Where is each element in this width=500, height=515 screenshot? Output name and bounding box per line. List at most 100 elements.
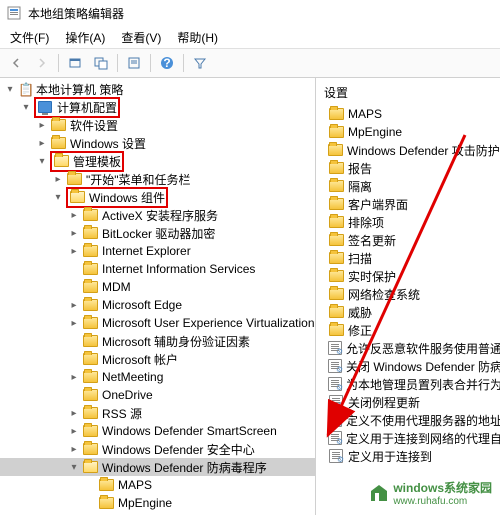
expand-icon[interactable]: ▸	[34, 120, 50, 131]
tree-item[interactable]: ▾ Windows Defender 防病毒程序	[0, 458, 315, 476]
tree-item[interactable]: ▸Microsoft User Experience Virtualizatio…	[0, 314, 315, 332]
toolbar-button-2[interactable]	[89, 51, 113, 75]
menu-file[interactable]: 文件(F)	[2, 27, 57, 48]
expand-icon[interactable]: ▸	[66, 210, 82, 221]
list-item[interactable]: 定义不使用代理服务器的地址	[316, 411, 500, 429]
list-item[interactable]: 报告	[316, 159, 500, 177]
menu-help[interactable]: 帮助(H)	[169, 27, 226, 48]
list-item[interactable]: 定义用于连接到	[316, 447, 500, 465]
list-item[interactable]: 定义用于连接到网络的代理自动配	[316, 429, 500, 447]
list-item[interactable]: 客户端界面	[316, 195, 500, 213]
tree-item[interactable]: ▸ActiveX 安装程序服务	[0, 206, 315, 224]
list-item[interactable]: MpEngine	[316, 123, 500, 141]
expand-icon[interactable]: ▸	[50, 174, 66, 185]
item-label: 实时保护	[348, 268, 396, 285]
policy-icon	[328, 359, 342, 373]
list-item[interactable]: MAPS	[316, 105, 500, 123]
nav-back-button[interactable]	[4, 51, 28, 75]
folder-icon	[69, 190, 85, 204]
tree-label: MpEngine	[118, 496, 172, 510]
titlebar: 本地组策略编辑器	[0, 0, 500, 26]
toolbar-button-3[interactable]	[122, 51, 146, 75]
folder-icon	[53, 154, 69, 168]
tree-root[interactable]: ▾ 本地计算机 策略	[0, 80, 315, 98]
tree-item[interactable]: ▸ Microsoft Edge	[0, 296, 315, 314]
tree-windows-settings[interactable]: ▸ Windows 设置	[0, 134, 315, 152]
folder-icon	[328, 269, 344, 283]
tree-item[interactable]: ▸RSS 源	[0, 404, 315, 422]
tree-label: Microsoft Edge	[102, 298, 182, 312]
list-item[interactable]: 威胁	[316, 303, 500, 321]
tree-item[interactable]: Microsoft 帐户	[0, 350, 315, 368]
expand-icon[interactable]: ▸	[66, 318, 82, 329]
folder-icon	[82, 298, 98, 312]
folder-icon	[328, 287, 344, 301]
tree-admin-templates[interactable]: ▾ 管理模板	[0, 152, 315, 170]
collapse-icon[interactable]: ▾	[50, 192, 66, 203]
list-item[interactable]: 实时保护	[316, 267, 500, 285]
expand-icon[interactable]: ▸	[66, 408, 82, 419]
policy-icon	[328, 395, 344, 409]
collapse-icon[interactable]: ▾	[18, 102, 34, 113]
list-item[interactable]: 排除项	[316, 213, 500, 231]
help-button[interactable]: ?	[155, 51, 179, 75]
tree-windows-components[interactable]: ▾ Windows 组件	[0, 188, 315, 206]
tree-pane[interactable]: ▾ 本地计算机 策略 ▾ 计算机配置 ▸ 软件设置 ▸ Windows 设置 ▾	[0, 78, 316, 515]
folder-icon	[328, 197, 344, 211]
collapse-icon[interactable]: ▾	[34, 156, 50, 167]
expand-icon[interactable]: ▾	[66, 462, 82, 473]
tree-item[interactable]: Internet Information Services	[0, 260, 315, 278]
folder-icon	[82, 424, 98, 438]
tree-item[interactable]: Microsoft 辅助身份验证因素	[0, 332, 315, 350]
tree-computer-config[interactable]: ▾ 计算机配置	[0, 98, 315, 116]
expand-icon[interactable]: ▸	[66, 426, 82, 437]
tree-label: OneDrive	[102, 388, 153, 402]
item-label: 排除项	[348, 214, 384, 231]
toolbar: ?	[0, 48, 500, 78]
tree-item[interactable]: ▸Windows Defender SmartScreen	[0, 422, 315, 440]
folder-icon	[328, 107, 344, 121]
tree-item[interactable]: ▸BitLocker 驱动器加密	[0, 224, 315, 242]
folder-icon	[98, 478, 114, 492]
tree-label: Windows Defender 防病毒程序	[102, 459, 267, 476]
list-item[interactable]: 允许反恶意软件服务使用普通优先	[316, 339, 500, 357]
watermark-url: www.ruhafu.com	[393, 496, 492, 507]
tree-label: "开始"菜单和任务栏	[86, 171, 191, 188]
expand-icon[interactable]: ▸	[66, 228, 82, 239]
svg-text:?: ?	[163, 56, 170, 70]
list-item[interactable]: 为本地管理员置列表合并行为	[316, 375, 500, 393]
app-icon	[6, 5, 22, 21]
list-item[interactable]: 扫描	[316, 249, 500, 267]
tree-item[interactable]: MpEngine	[0, 494, 315, 512]
list-item[interactable]: 隔离	[316, 177, 500, 195]
menu-view[interactable]: 查看(V)	[113, 27, 169, 48]
expand-icon[interactable]: ▸	[66, 372, 82, 383]
tree-item[interactable]: OneDrive	[0, 386, 315, 404]
list-item[interactable]: Windows Defender 攻击防护	[316, 141, 500, 159]
tree-software-settings[interactable]: ▸ 软件设置	[0, 116, 315, 134]
collapse-icon[interactable]: ▾	[2, 84, 18, 95]
menu-action[interactable]: 操作(A)	[57, 27, 113, 48]
tree-item[interactable]: ▸NetMeeting	[0, 368, 315, 386]
toolbar-separator	[117, 54, 118, 72]
filter-button[interactable]	[188, 51, 212, 75]
tree-label: Windows Defender 安全中心	[102, 441, 255, 458]
list-item[interactable]: 签名更新	[316, 231, 500, 249]
expand-icon[interactable]: ▸	[66, 444, 82, 455]
list-item[interactable]: 网络检查系统	[316, 285, 500, 303]
item-label: MAPS	[348, 107, 382, 121]
details-pane[interactable]: 设置 MAPSMpEngineWindows Defender 攻击防护报告隔离…	[316, 78, 500, 515]
toolbar-button-1[interactable]	[63, 51, 87, 75]
list-item[interactable]: 修正	[316, 321, 500, 339]
list-item[interactable]: 关闭 Windows Defender 防病毒	[316, 357, 500, 375]
tree-item[interactable]: MDM	[0, 278, 315, 296]
nav-forward-button[interactable]	[30, 51, 54, 75]
tree-item[interactable]: ▸Internet Explorer	[0, 242, 315, 260]
tree-item[interactable]: ▸ Windows Defender 安全中心	[0, 440, 315, 458]
list-item[interactable]: 关闭例程更新	[316, 393, 500, 411]
expand-icon[interactable]: ▸	[66, 300, 82, 311]
expand-icon[interactable]: ▸	[34, 138, 50, 149]
expand-icon[interactable]: ▸	[66, 246, 82, 257]
tree-start-taskbar[interactable]: ▸ "开始"菜单和任务栏	[0, 170, 315, 188]
tree-item[interactable]: MAPS	[0, 476, 315, 494]
